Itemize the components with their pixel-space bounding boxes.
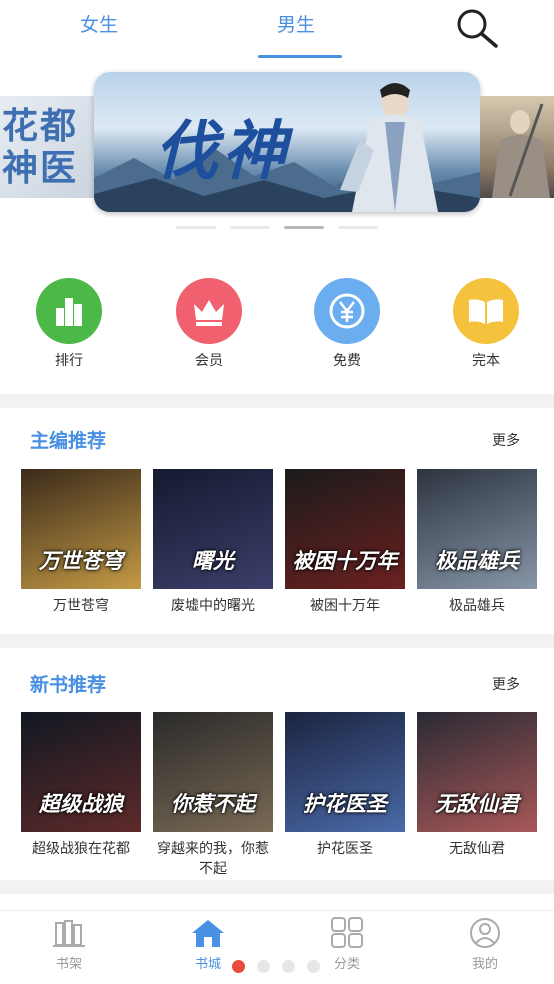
banner-slide-current[interactable]: 伐神 <box>94 72 480 212</box>
book-card[interactable]: 极品雄兵 极品雄兵 <box>417 469 537 616</box>
ranking-icon <box>36 278 102 344</box>
page-dot-active <box>232 960 245 973</box>
editor-picks-title: 主编推荐 <box>30 430 107 452</box>
search-button[interactable] <box>452 6 502 50</box>
bookshelf-icon <box>51 917 87 949</box>
banner-dot <box>338 226 378 229</box>
book-card[interactable]: 被困十万年 被困十万年 <box>285 469 405 616</box>
book-card[interactable]: 曙光 废墟中的曙光 <box>153 469 273 616</box>
book-cover: 万世苍穹 <box>21 469 141 589</box>
section-divider <box>0 880 554 894</box>
cover-title: 超级战狼 <box>39 792 123 816</box>
book-card[interactable]: 无敌仙君 无敌仙君 <box>417 712 537 859</box>
book-card[interactable]: 你惹不起 穿越来的我，你惹不起 <box>153 712 273 879</box>
book-cover: 被困十万年 <box>285 469 405 589</box>
banner-indicator <box>0 226 554 232</box>
book-cover: 护花医圣 <box>285 712 405 832</box>
book-title: 护花医圣 <box>317 841 373 857</box>
section-divider <box>0 394 554 408</box>
banner-carousel[interactable]: 花都神医 伐神 <box>0 68 554 218</box>
book-title: 被困十万年 <box>310 598 380 614</box>
cover-title: 被困十万年 <box>292 549 398 573</box>
book-title: 万世苍穹 <box>53 598 109 614</box>
tab-male[interactable]: 男生 <box>277 10 315 37</box>
nav-bookshelf[interactable]: 书架 <box>29 917 109 977</box>
cover-title: 万世苍穹 <box>39 549 123 573</box>
free-entry[interactable]: 免费 <box>307 278 387 369</box>
book-title: 废墟中的曙光 <box>171 598 255 614</box>
nav-profile-label: 我的 <box>471 957 498 972</box>
ranking-entry[interactable]: 排行 <box>29 278 109 369</box>
new-books-title: 新书推荐 <box>30 674 107 696</box>
book-cover: 无敌仙君 <box>417 712 537 832</box>
member-label: 会员 <box>195 353 223 369</box>
page-dot <box>282 960 295 973</box>
completed-label: 完本 <box>472 353 500 369</box>
home-icon <box>190 917 226 949</box>
page-dot <box>307 960 320 973</box>
book-title: 穿越来的我，你惹不起 <box>157 841 269 877</box>
cover-title: 你惹不起 <box>171 792 255 816</box>
book-title: 无敌仙君 <box>449 841 505 857</box>
cover-title: 极品雄兵 <box>435 549 519 573</box>
banner-dot-active <box>284 226 324 229</box>
book-cover: 超级战狼 <box>21 712 141 832</box>
cover-title: 曙光 <box>192 549 234 573</box>
editor-picks-more-link[interactable]: 更多 <box>492 430 520 450</box>
banner-dot <box>230 226 270 229</box>
nav-profile[interactable]: 我的 <box>445 917 525 977</box>
ranking-label: 排行 <box>55 353 83 369</box>
grid-icon <box>329 917 365 949</box>
banner-previous-title: 花都神医 <box>2 106 79 189</box>
active-tab-indicator <box>258 55 342 58</box>
nav-bookshelf-label: 书架 <box>55 957 82 972</box>
book-cover: 曙光 <box>153 469 273 589</box>
yen-coin-icon <box>314 278 380 344</box>
warrior-illustration <box>492 103 550 198</box>
banner-main-title: 伐神 <box>154 115 290 189</box>
book-open-icon <box>453 278 519 344</box>
completed-entry[interactable]: 完本 <box>446 278 526 369</box>
banner-slide-next[interactable] <box>480 96 554 198</box>
hero-figure-illustration <box>340 83 438 212</box>
book-cover: 极品雄兵 <box>417 469 537 589</box>
cover-title: 护花医圣 <box>303 792 387 816</box>
banner-dot <box>176 226 216 229</box>
top-tab-bar: 女生 男生 <box>0 0 554 62</box>
book-title: 极品雄兵 <box>449 598 505 614</box>
banner-slide-previous[interactable]: 花都神医 <box>0 96 104 198</box>
page-dot <box>257 960 270 973</box>
book-title: 超级战狼在花都 <box>32 841 130 857</box>
member-entry[interactable]: 会员 <box>169 278 249 369</box>
book-cover: 你惹不起 <box>153 712 273 832</box>
tab-female[interactable]: 女生 <box>80 10 118 37</box>
new-books-more-link[interactable]: 更多 <box>492 674 520 694</box>
user-icon <box>467 917 503 949</box>
search-icon <box>457 9 498 48</box>
crown-icon <box>176 278 242 344</box>
book-card[interactable]: 护花医圣 护花医圣 <box>285 712 405 859</box>
quick-entry-row: 排行 会员 免费 完本 <box>0 278 554 369</box>
book-card[interactable]: 万世苍穹 万世苍穹 <box>21 469 141 616</box>
free-label: 免费 <box>333 353 361 369</box>
book-card[interactable]: 超级战狼 超级战狼在花都 <box>21 712 141 859</box>
cover-title: 无敌仙君 <box>435 792 519 816</box>
section-divider <box>0 634 554 648</box>
page-indicator <box>232 960 332 974</box>
